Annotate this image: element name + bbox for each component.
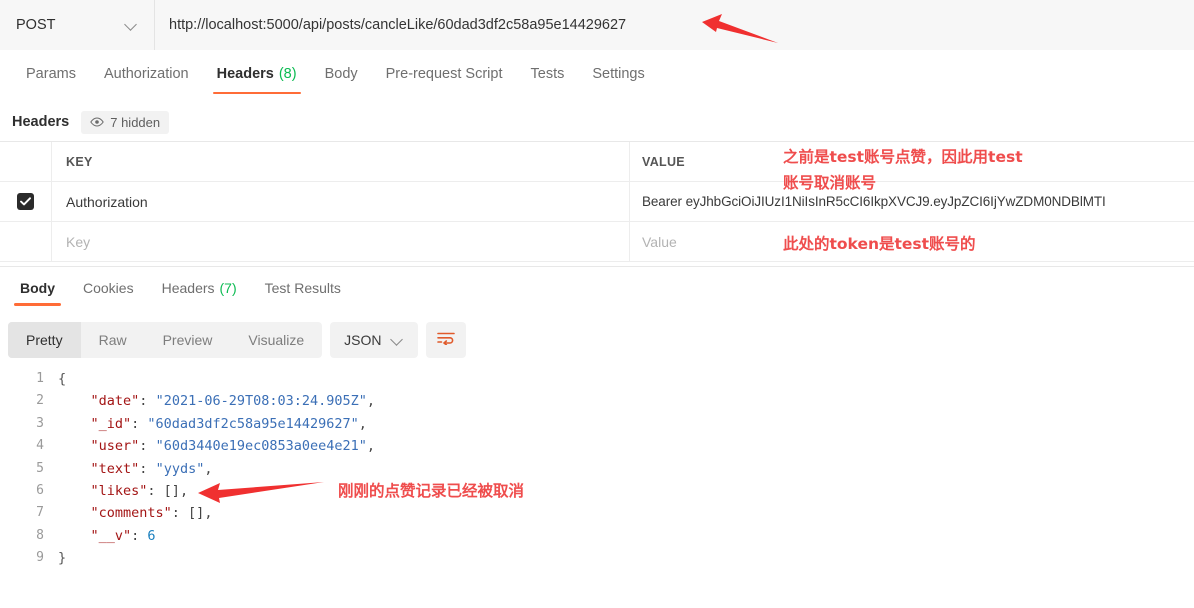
hidden-headers-toggle[interactable]: 7 hidden (81, 110, 170, 134)
tab-pre-request-script-label: Pre-request Script (385, 66, 503, 82)
response-tab-body[interactable]: Body (6, 267, 69, 309)
tab-headers[interactable]: Headers (8) (203, 50, 311, 98)
eye-icon (90, 117, 105, 127)
row-checkbox-cell (0, 182, 52, 221)
row-checkbox[interactable] (17, 193, 34, 210)
response-body-viewer[interactable]: 1 { 2 "date": "2021-06-29T08:03:24.905Z"… (0, 368, 1194, 608)
line-number: 4 (36, 438, 44, 454)
line-number: 6 (36, 482, 44, 498)
table-header-key-cell: KEY (52, 142, 630, 181)
response-tab-headers[interactable]: Headers (7) (148, 267, 251, 309)
column-header-key: KEY (66, 154, 93, 169)
tab-tests-label: Tests (530, 66, 565, 82)
request-url-bar: POST http://localhost:5000/api/posts/can… (0, 0, 1194, 50)
tab-authorization-label: Authorization (103, 66, 189, 82)
view-mode-pretty-label: Pretty (26, 332, 63, 348)
view-mode-raw-label: Raw (98, 332, 127, 348)
line-content: "__v": 6 (90, 527, 156, 544)
new-row-key-placeholder: Key (66, 233, 91, 250)
line-content: "comments": [], (90, 505, 213, 522)
response-tab-headers-count: (7) (219, 279, 237, 296)
line-content: { (58, 371, 67, 387)
word-wrap-icon (436, 331, 455, 350)
code-line: 8 "__v": 6 (0, 525, 1194, 547)
line-number: 3 (36, 415, 44, 431)
new-row-checkbox-cell (0, 222, 52, 261)
response-tabs: Body Cookies Headers (7) Test Results (0, 266, 1194, 308)
line-content: "likes": [], (90, 482, 189, 499)
view-mode-pretty[interactable]: Pretty (8, 322, 81, 358)
tab-tests[interactable]: Tests (517, 50, 579, 98)
new-row-key-input[interactable]: Key (52, 222, 630, 261)
code-line: 6 "likes": [], (0, 480, 1194, 502)
annotation-body-note: 刚刚的点赞记录已经被取消 (338, 482, 525, 500)
header-value-text: Bearer eyJhbGciOiJIUzI1NiIsInR5cCI6IkpXV… (642, 194, 1106, 209)
http-method-select[interactable]: POST (0, 0, 155, 50)
tab-body[interactable]: Body (311, 50, 372, 98)
response-tab-headers-label: Headers (161, 279, 215, 296)
line-content: "date": "2021-06-29T08:03:24.905Z", (90, 393, 376, 410)
response-view-toolbar: Pretty Raw Preview Visualize JSON (0, 320, 1194, 360)
view-mode-group: Pretty Raw Preview Visualize (8, 322, 323, 358)
new-row-value-placeholder: Value (642, 233, 677, 250)
row-key-cell[interactable]: Authorization (52, 182, 630, 221)
response-format-select[interactable]: JSON (330, 322, 418, 358)
column-header-value: VALUE (642, 154, 685, 169)
code-line: 9 } (0, 547, 1194, 569)
word-wrap-button[interactable] (425, 322, 466, 358)
response-tab-body-label: Body (20, 279, 55, 296)
response-tab-test-results-label: Test Results (264, 279, 341, 296)
line-number: 9 (36, 550, 44, 566)
headers-section-title: Headers (12, 114, 70, 130)
table-row-new[interactable]: Key Value (0, 222, 1194, 262)
annotation-url-note-line2: 账号取消账号 (783, 174, 877, 192)
code-line: 1 { (0, 368, 1194, 390)
view-mode-preview[interactable]: Preview (145, 322, 231, 358)
line-content: } (58, 550, 67, 567)
view-mode-visualize[interactable]: Visualize (230, 322, 322, 358)
tab-pre-request-script[interactable]: Pre-request Script (372, 50, 517, 98)
request-tabs: Params Authorization Headers (8) Body Pr… (0, 50, 1194, 98)
line-content: "_id": "60dad3df2c58a95e14429627", (90, 415, 367, 432)
tab-headers-count: (8) (278, 66, 297, 82)
response-tab-cookies[interactable]: Cookies (69, 267, 148, 309)
tab-params-label: Params (26, 66, 76, 82)
header-key-text: Authorization (66, 193, 148, 210)
response-format-label: JSON (344, 332, 382, 348)
line-content: "text": "yyds", (90, 460, 213, 477)
annotation-url-note-line1: 之前是test账号点赞，因此用test (783, 148, 1023, 166)
code-line: 3 "_id": "60dad3df2c58a95e14429627", (0, 413, 1194, 435)
headers-subheader: Headers 7 hidden (0, 103, 1194, 141)
code-line: 7 "comments": [], (0, 502, 1194, 524)
annotation-token-note: 此处的token是test账号的 (783, 235, 976, 253)
tab-settings[interactable]: Settings (578, 50, 658, 98)
line-number: 5 (36, 460, 44, 476)
annotation-url-note: 之前是test账号点赞，因此用test 账号取消账号 (783, 144, 1023, 196)
tab-body-label: Body (324, 66, 358, 82)
line-number: 2 (36, 393, 44, 409)
request-url-input[interactable]: http://localhost:5000/api/posts/cancleLi… (155, 0, 1194, 50)
code-line: 5 "text": "yyds", (0, 458, 1194, 480)
hidden-headers-label: 7 hidden (110, 114, 161, 130)
response-tab-test-results[interactable]: Test Results (251, 267, 355, 309)
view-mode-preview-label: Preview (162, 332, 213, 348)
response-tab-cookies-label: Cookies (83, 279, 134, 296)
tab-headers-label: Headers (216, 66, 274, 82)
tab-settings-label: Settings (592, 66, 645, 82)
tab-authorization[interactable]: Authorization (90, 50, 203, 98)
code-line: 2 "date": "2021-06-29T08:03:24.905Z", (0, 390, 1194, 412)
chevron-down-icon (392, 334, 404, 346)
table-header-checkbox-cell (0, 142, 52, 181)
http-method-label: POST (16, 17, 56, 33)
line-number: 8 (36, 527, 44, 543)
line-number: 7 (36, 505, 44, 521)
tab-params[interactable]: Params (12, 50, 90, 98)
line-content: "user": "60d3440e19ec0853a0ee4e21", (90, 438, 376, 455)
view-mode-raw[interactable]: Raw (81, 322, 145, 358)
line-number: 1 (36, 371, 44, 386)
chevron-down-icon (126, 19, 138, 31)
postman-window: POST http://localhost:5000/api/posts/can… (0, 0, 1194, 608)
code-line: 4 "user": "60d3440e19ec0853a0ee4e21", (0, 435, 1194, 457)
view-mode-visualize-label: Visualize (248, 332, 305, 348)
